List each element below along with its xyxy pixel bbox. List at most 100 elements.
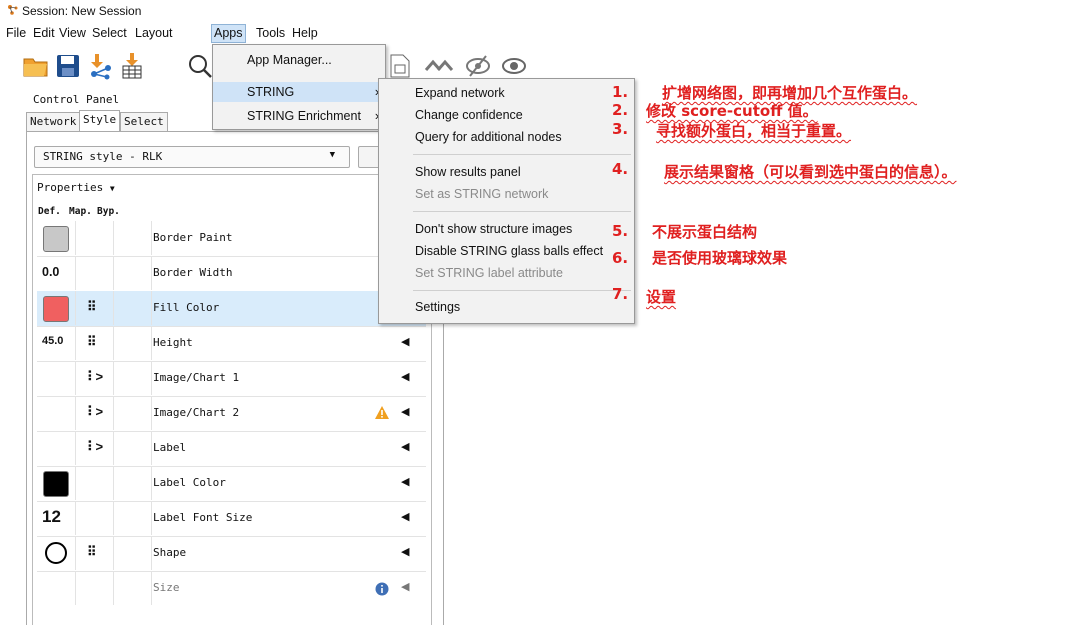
- chevron-down-icon: ▼: [329, 150, 335, 160]
- property-name: Label Color: [153, 476, 226, 489]
- menu-layout[interactable]: Layout: [133, 26, 175, 40]
- property-row-label-font-size[interactable]: 12 Label Font Size ◀: [37, 501, 426, 537]
- properties-label: Properties: [37, 181, 104, 194]
- passthrough-mapping-icon: ⠇>: [87, 404, 103, 419]
- import-network-icon[interactable]: [86, 52, 114, 80]
- menu-edit[interactable]: Edit: [31, 26, 57, 40]
- info-icon[interactable]: [375, 582, 389, 596]
- property-row-image-chart-2[interactable]: ⠇> Image/Chart 2 ◀: [37, 396, 426, 432]
- menu-item-string-enrichment[interactable]: STRING Enrichment ›: [213, 106, 385, 126]
- expand-arrow-icon[interactable]: ◀: [401, 440, 409, 453]
- color-swatch: [43, 471, 69, 497]
- property-row-fill-color[interactable]: ⠿ Fill Color: [37, 291, 426, 327]
- menu-apps[interactable]: Apps: [211, 24, 246, 43]
- hide-icon[interactable]: [464, 52, 492, 80]
- mapping-cell[interactable]: ⠿: [76, 326, 114, 360]
- property-name: Border Width: [153, 266, 233, 279]
- menu-item-settings[interactable]: Settings: [379, 296, 634, 318]
- expand-arrow-icon[interactable]: ◀: [401, 545, 409, 558]
- bypass-cell[interactable]: [114, 221, 152, 255]
- bypass-cell[interactable]: [114, 256, 152, 290]
- open-folder-icon[interactable]: [22, 52, 50, 80]
- menu-item-dont-show-structure-images[interactable]: Don't show structure images: [379, 218, 634, 240]
- tab-network[interactable]: Network: [26, 112, 81, 131]
- expand-arrow-icon[interactable]: ◀: [401, 580, 409, 593]
- bypass-cell[interactable]: [114, 361, 152, 395]
- menu-item-show-results-panel[interactable]: Show results panel: [379, 161, 634, 183]
- mapping-cell[interactable]: [76, 256, 114, 290]
- expand-arrow-icon[interactable]: ◀: [401, 475, 409, 488]
- bypass-cell[interactable]: [114, 396, 152, 430]
- default-cell[interactable]: 0.0: [37, 256, 76, 290]
- property-row-border-width[interactable]: 0.0 Border Width: [37, 256, 426, 292]
- mapping-cell[interactable]: ⠇>: [76, 396, 114, 430]
- annotation-text: 是否使用玻璃球效果: [652, 249, 788, 267]
- menu-view[interactable]: View: [57, 26, 88, 40]
- property-row-height[interactable]: 45.0 ⠿ Height ◀: [37, 326, 426, 362]
- default-cell[interactable]: [37, 396, 76, 430]
- bypass-cell[interactable]: [114, 571, 152, 605]
- bypass-cell[interactable]: [114, 291, 152, 325]
- property-name: Height: [153, 336, 193, 349]
- menu-item-change-confidence[interactable]: Change confidence: [379, 104, 634, 126]
- menu-help[interactable]: Help: [290, 26, 320, 40]
- mapping-cell[interactable]: [76, 221, 114, 255]
- mapping-cell[interactable]: ⠇>: [76, 431, 114, 465]
- mapping-cell[interactable]: [76, 571, 114, 605]
- annotation-number: 2.: [612, 101, 629, 119]
- default-cell[interactable]: [37, 431, 76, 465]
- style-dropdown[interactable]: STRING style - RLK ▼: [34, 146, 350, 168]
- save-icon[interactable]: [54, 52, 82, 80]
- property-row-shape[interactable]: ⠿ Shape ◀: [37, 536, 426, 572]
- menu-item-disable-glass-balls[interactable]: Disable STRING glass balls effect: [379, 240, 634, 262]
- show-all-icon[interactable]: [424, 52, 456, 80]
- default-cell[interactable]: [37, 571, 76, 605]
- bypass-cell[interactable]: [114, 431, 152, 465]
- property-row-border-paint[interactable]: Border Paint: [37, 221, 426, 257]
- property-row-label-color[interactable]: Label Color ◀: [37, 466, 426, 502]
- bypass-cell[interactable]: [114, 466, 152, 500]
- expand-arrow-icon[interactable]: ◀: [401, 510, 409, 523]
- expand-arrow-icon[interactable]: ◀: [401, 335, 409, 348]
- menu-item-set-as-string-network: Set as STRING network: [379, 183, 634, 205]
- default-cell[interactable]: [37, 536, 76, 570]
- zoom-in-icon[interactable]: [186, 52, 214, 80]
- default-cell[interactable]: 45.0: [37, 326, 76, 360]
- menu-item-expand-network[interactable]: Expand network: [379, 82, 634, 104]
- property-row-label[interactable]: ⠇> Label ◀: [37, 431, 426, 467]
- mapping-cell[interactable]: [76, 501, 114, 535]
- property-name: Fill Color: [153, 301, 220, 314]
- default-cell[interactable]: [37, 291, 76, 325]
- menu-select[interactable]: Select: [90, 26, 129, 40]
- expand-arrow-icon[interactable]: ◀: [401, 370, 409, 383]
- property-row-image-chart-1[interactable]: ⠇> Image/Chart 1 ◀: [37, 361, 426, 397]
- control-panel-title: Control Panel: [33, 93, 120, 106]
- string-submenu: Expand network Change confidence Query f…: [378, 78, 635, 324]
- show-icon[interactable]: [500, 52, 528, 80]
- bypass-cell[interactable]: [114, 501, 152, 535]
- tab-select[interactable]: Select: [120, 112, 168, 131]
- default-cell[interactable]: 12: [37, 501, 76, 535]
- menu-file[interactable]: File: [4, 26, 28, 40]
- menu-item-string[interactable]: STRING ›: [213, 82, 385, 102]
- menu-item-app-manager[interactable]: App Manager...: [213, 50, 385, 70]
- import-table-icon[interactable]: [118, 52, 146, 80]
- mapping-cell[interactable]: ⠇>: [76, 361, 114, 395]
- default-cell[interactable]: [37, 466, 76, 500]
- tab-style[interactable]: Style: [79, 110, 121, 131]
- mapping-cell[interactable]: ⠿: [76, 291, 114, 325]
- mapping-cell[interactable]: ⠿: [76, 536, 114, 570]
- mapping-cell[interactable]: [76, 466, 114, 500]
- expand-arrow-icon[interactable]: ◀: [401, 405, 409, 418]
- properties-dropdown[interactable]: Properties ▼: [37, 181, 115, 194]
- menu-tools[interactable]: Tools: [254, 26, 287, 40]
- bypass-cell[interactable]: [114, 536, 152, 570]
- default-cell[interactable]: [37, 221, 76, 255]
- default-cell[interactable]: [37, 361, 76, 395]
- warning-icon[interactable]: [374, 405, 390, 420]
- bypass-cell[interactable]: [114, 326, 152, 360]
- property-row-size[interactable]: Size ◀: [37, 571, 426, 607]
- menu-item-query-additional-nodes[interactable]: Query for additional nodes: [379, 126, 634, 148]
- export-image-icon[interactable]: [386, 52, 414, 80]
- apps-menu: App Manager... STRING › STRING Enrichmen…: [212, 44, 386, 130]
